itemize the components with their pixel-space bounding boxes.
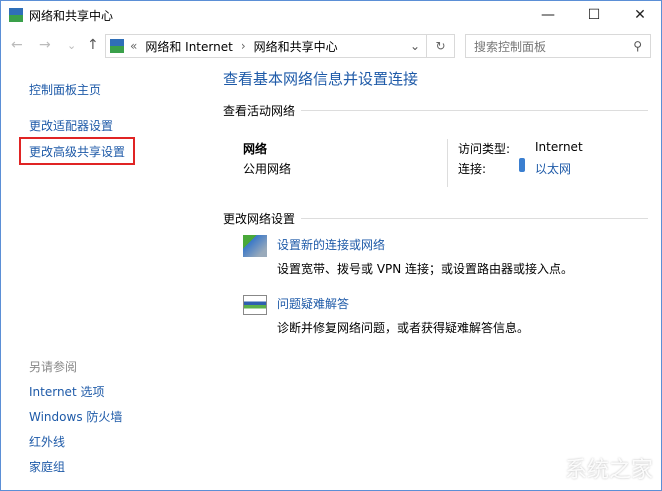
connection-label: 连接: <box>458 162 487 176</box>
app-icon <box>9 8 23 22</box>
address-bar[interactable]: « 网络和 Internet › 网络和共享中心 ⌄ <box>105 34 427 58</box>
sidebar-control-panel-home[interactable]: 控制面板主页 <box>29 81 101 98</box>
network-name: 网络 <box>243 142 268 156</box>
troubleshoot-icon <box>243 295 267 315</box>
troubleshoot-desc: 诊断并修复网络问题，或者获得疑难解答信息。 <box>277 321 530 335</box>
search-placeholder: 搜索控制面板 <box>474 39 547 54</box>
highlight-box <box>19 137 135 165</box>
divider <box>447 139 448 187</box>
ethernet-link[interactable]: 以太网 <box>535 160 571 177</box>
maximize-button[interactable]: ☐ <box>571 1 617 29</box>
see-also-infrared[interactable]: 红外线 <box>29 433 65 450</box>
forward-button[interactable]: → <box>39 37 51 53</box>
see-also-internet-options[interactable]: Internet 选项 <box>29 383 104 400</box>
breadcrumb-separator[interactable]: › <box>241 39 246 53</box>
change-settings-section: 更改网络设置 <box>223 210 648 227</box>
see-also-homegroup[interactable]: 家庭组 <box>29 458 65 475</box>
window-title: 网络和共享中心 <box>29 9 114 23</box>
back-button[interactable]: ← <box>11 37 23 53</box>
page-title: 查看基本网络信息并设置连接 <box>223 70 419 88</box>
troubleshoot-link[interactable]: 问题疑难解答 <box>277 295 349 312</box>
close-button[interactable]: ✕ <box>617 1 662 29</box>
search-icon[interactable]: ⚲ <box>633 39 642 53</box>
breadcrumb-item[interactable]: 网络和 Internet <box>145 38 232 55</box>
up-button[interactable]: ↑ <box>87 37 99 53</box>
setup-new-connection-desc: 设置宽带、拨号或 VPN 连接；或设置路由器或接入点。 <box>277 262 574 276</box>
setup-new-connection-link[interactable]: 设置新的连接或网络 <box>277 236 385 253</box>
active-networks-section: 查看活动网络 <box>223 102 648 119</box>
sidebar-change-adapter-settings[interactable]: 更改适配器设置 <box>29 117 113 134</box>
ethernet-icon <box>519 158 525 172</box>
search-input[interactable]: 搜索控制面板 ⚲ <box>465 34 651 58</box>
see-also-firewall[interactable]: Windows 防火墙 <box>29 408 122 425</box>
section-title: 查看活动网络 <box>223 104 296 118</box>
network-type: 公用网络 <box>243 162 292 176</box>
refresh-button[interactable]: ↻ <box>427 34 455 58</box>
network-icon <box>110 39 124 53</box>
new-connection-icon <box>243 235 267 257</box>
see-also-heading: 另请参阅 <box>29 360 78 374</box>
access-type-value: Internet <box>535 140 583 154</box>
breadcrumb-overflow[interactable]: « <box>130 39 137 53</box>
watermark: 系统之家 <box>564 458 653 483</box>
chevron-down-icon[interactable]: ⌄ <box>410 39 420 53</box>
section-title: 更改网络设置 <box>223 212 296 226</box>
breadcrumb-item[interactable]: 网络和共享中心 <box>254 38 338 55</box>
recent-locations-button[interactable]: ⌄ <box>67 39 76 52</box>
minimize-button[interactable]: — <box>525 1 571 29</box>
access-type-label: 访问类型: <box>458 142 511 156</box>
